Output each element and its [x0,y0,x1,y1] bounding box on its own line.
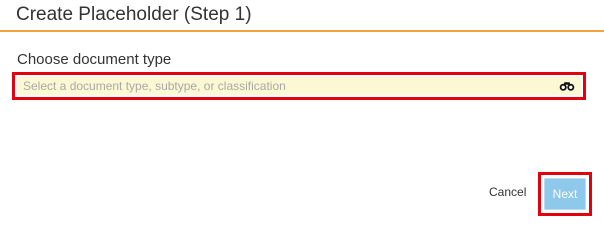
binoculars-icon[interactable] [558,80,576,92]
dialog-title: Create Placeholder (Step 1) [16,4,252,25]
cancel-button[interactable]: Cancel [489,185,526,199]
next-button[interactable]: Next [544,178,586,210]
dialog-header: Create Placeholder (Step 1) [0,0,604,32]
document-type-search-field [17,77,581,95]
document-type-label: Choose document type [17,51,172,68]
document-type-input[interactable] [17,77,558,95]
document-type-highlight [12,72,586,100]
create-placeholder-dialog: Create Placeholder (Step 1) Choose docum… [0,0,604,218]
next-button-highlight: Next [538,172,592,216]
